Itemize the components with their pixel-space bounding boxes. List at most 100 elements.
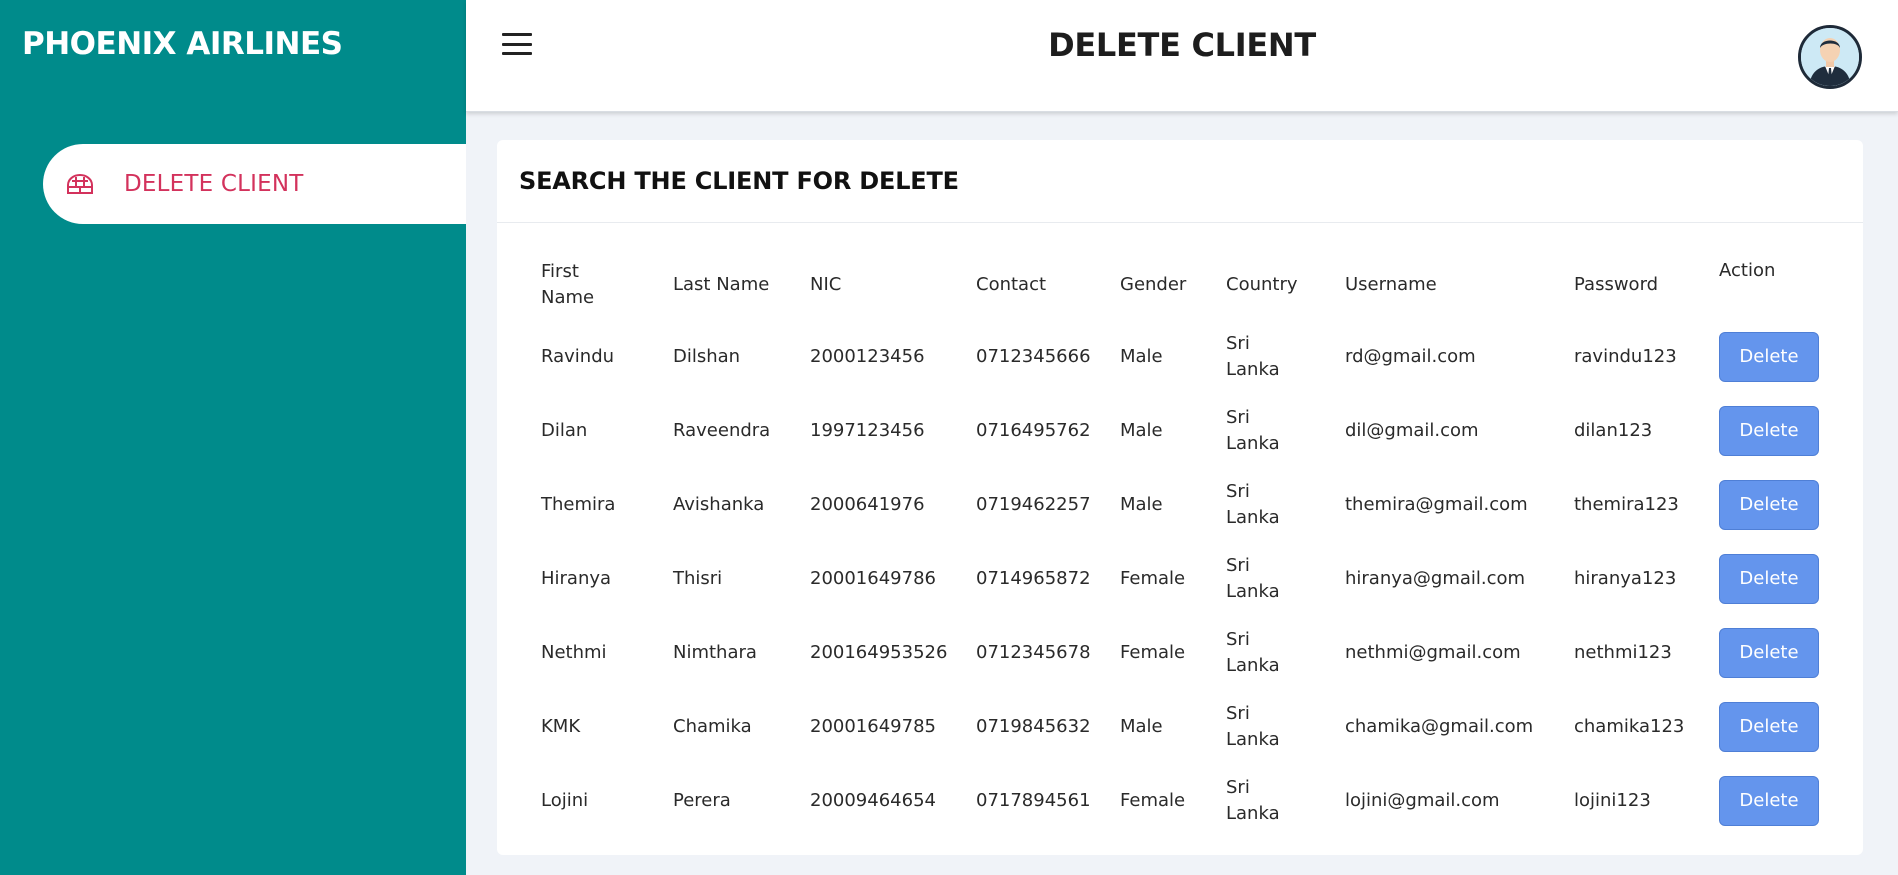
cell-first-name: Themira [541, 494, 616, 515]
cell-password: nethmi123 [1574, 642, 1672, 663]
cell-gender: Female [1120, 568, 1186, 589]
cell-country: Sri Lanka [1226, 629, 1280, 676]
cell-first-name: Ravindu [541, 346, 615, 367]
igloo-icon [66, 172, 94, 196]
cell-contact: 0714965872 [976, 568, 1091, 589]
page-title: DELETE CLIENT [1048, 26, 1316, 64]
cell-contact: 0719462257 [976, 494, 1091, 515]
table-row: Dilan Raveendra 1997123456 0716495762 Ma… [531, 394, 1829, 468]
cell-contact: 0719845632 [976, 716, 1091, 737]
cell-password: hiranya123 [1574, 568, 1677, 589]
cell-gender: Male [1120, 420, 1163, 441]
cell-nic: 20001649785 [810, 716, 936, 737]
cell-password: chamika123 [1574, 716, 1685, 737]
avatar[interactable] [1798, 25, 1862, 89]
cell-action: Delete [1709, 616, 1829, 690]
top-bar: DELETE CLIENT [466, 0, 1898, 112]
cell-last-name: Avishanka [673, 494, 765, 515]
cell-last-name: Dilshan [673, 346, 741, 367]
column-header-username: Username [1345, 274, 1437, 295]
cell-gender: Female [1120, 642, 1186, 663]
column-header-first-name: First Name [541, 261, 595, 308]
cell-first-name: Hiranya [541, 568, 612, 589]
cell-first-name: KMK [541, 716, 581, 737]
delete-button[interactable]: Delete [1719, 702, 1819, 752]
cell-nic: 200164953526 [810, 642, 948, 663]
cell-contact: 0712345678 [976, 642, 1091, 663]
cell-nic: 20001649786 [810, 568, 936, 589]
cell-username: nethmi@gmail.com [1345, 642, 1521, 663]
cell-gender: Male [1120, 716, 1163, 737]
table-row: Lojini Perera 20009464654 0717894561 Fem… [531, 764, 1829, 838]
delete-button[interactable]: Delete [1719, 480, 1819, 530]
cell-username: dil@gmail.com [1345, 420, 1479, 441]
cell-contact: 0712345666 [976, 346, 1091, 367]
cell-username: hiranya@gmail.com [1345, 568, 1526, 589]
cell-last-name: Thisri [673, 568, 723, 589]
cell-contact: 0716495762 [976, 420, 1091, 441]
cell-country: Sri Lanka [1226, 481, 1280, 528]
column-header-last-name: Last Name [673, 274, 770, 295]
cell-username: themira@gmail.com [1345, 494, 1528, 515]
card-header: SEARCH THE CLIENT FOR DELETE [497, 140, 1863, 223]
cell-action: Delete [1709, 394, 1829, 468]
cell-action: Delete [1709, 320, 1829, 394]
cell-country: Sri Lanka [1226, 777, 1280, 824]
table-row: Hiranya Thisri 20001649786 0714965872 Fe… [531, 542, 1829, 616]
cell-nic: 20009464654 [810, 790, 936, 811]
column-header-country: Country [1226, 274, 1298, 295]
cell-password: ravindu123 [1574, 346, 1677, 367]
cell-gender: Female [1120, 790, 1186, 811]
user-avatar-icon [1801, 28, 1859, 86]
cell-gender: Male [1120, 346, 1163, 367]
cell-first-name: Dilan [541, 420, 588, 441]
cell-action: Delete [1709, 468, 1829, 542]
column-header-action: Action [1719, 260, 1776, 281]
table-row: Themira Avishanka 2000641976 0719462257 … [531, 468, 1829, 542]
cell-last-name: Chamika [673, 716, 752, 737]
cell-nic: 1997123456 [810, 420, 925, 441]
cell-password: themira123 [1574, 494, 1679, 515]
clients-table: First Name Last Name NIC Contact Gender … [531, 250, 1829, 838]
delete-client-card: SEARCH THE CLIENT FOR DELETE First Name … [497, 140, 1863, 855]
card-title: SEARCH THE CLIENT FOR DELETE [519, 167, 959, 195]
cell-nic: 2000123456 [810, 346, 925, 367]
cell-action: Delete [1709, 690, 1829, 764]
cell-last-name: Nimthara [673, 642, 757, 663]
column-header-nic: NIC [810, 274, 842, 295]
table-row: Nethmi Nimthara 200164953526 0712345678 … [531, 616, 1829, 690]
cell-password: lojini123 [1574, 790, 1651, 811]
sidebar: PHOENIX AIRLINES DELETE CLIENT [0, 0, 466, 875]
cell-action: Delete [1709, 542, 1829, 616]
cell-country: Sri Lanka [1226, 333, 1280, 380]
brand-title: PHOENIX AIRLINES [22, 26, 343, 62]
cell-first-name: Nethmi [541, 642, 607, 663]
cell-country: Sri Lanka [1226, 407, 1280, 454]
cell-username: lojini@gmail.com [1345, 790, 1500, 811]
delete-button[interactable]: Delete [1719, 554, 1819, 604]
cell-password: dilan123 [1574, 420, 1653, 441]
cell-contact: 0717894561 [976, 790, 1091, 811]
cell-username: chamika@gmail.com [1345, 716, 1534, 737]
cell-gender: Male [1120, 494, 1163, 515]
table-row: KMK Chamika 20001649785 0719845632 Male … [531, 690, 1829, 764]
cell-nic: 2000641976 [810, 494, 925, 515]
cell-last-name: Perera [673, 790, 731, 811]
sidebar-item-delete-client[interactable]: DELETE CLIENT [43, 144, 466, 224]
column-header-password: Password [1574, 274, 1659, 295]
cell-action: Delete [1709, 764, 1829, 838]
cell-last-name: Raveendra [673, 420, 771, 441]
cell-first-name: Lojini [541, 790, 589, 811]
column-header-gender: Gender [1120, 274, 1187, 295]
cell-username: rd@gmail.com [1345, 346, 1476, 367]
column-header-contact: Contact [976, 274, 1047, 295]
table-header-row: First Name Last Name NIC Contact Gender … [531, 250, 1829, 320]
cell-country: Sri Lanka [1226, 703, 1280, 750]
cell-country: Sri Lanka [1226, 555, 1280, 602]
delete-button[interactable]: Delete [1719, 776, 1819, 826]
table-row: Ravindu Dilshan 2000123456 0712345666 Ma… [531, 320, 1829, 394]
delete-button[interactable]: Delete [1719, 628, 1819, 678]
sidebar-item-label: DELETE CLIENT [124, 171, 304, 197]
delete-button[interactable]: Delete [1719, 332, 1819, 382]
delete-button[interactable]: Delete [1719, 406, 1819, 456]
